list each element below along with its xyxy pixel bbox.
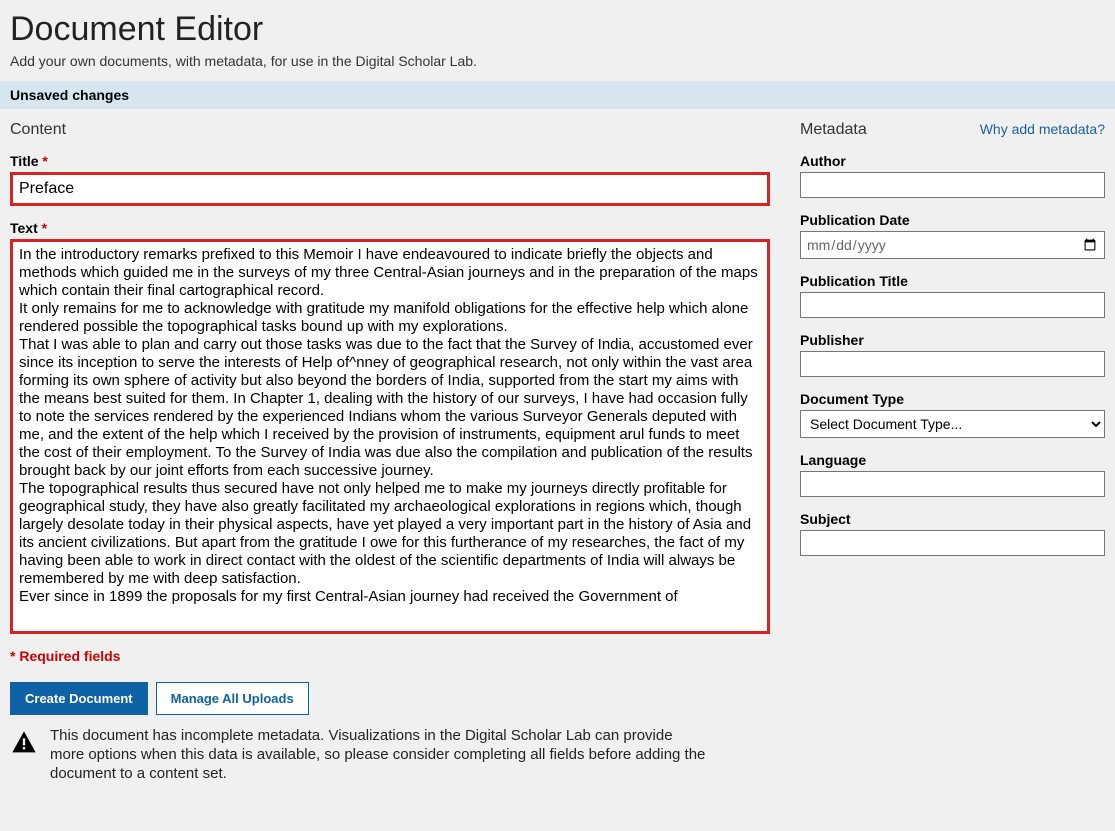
author-label: Author [800, 153, 1105, 169]
text-label: Text * [10, 220, 770, 236]
pubdate-input[interactable] [800, 231, 1105, 259]
language-label: Language [800, 452, 1105, 468]
publisher-input[interactable] [800, 351, 1105, 377]
warning-banner: This document has incomplete metadata. V… [10, 727, 770, 793]
publisher-label: Publisher [800, 332, 1105, 348]
subject-input[interactable] [800, 530, 1105, 556]
manage-uploads-button[interactable]: Manage All Uploads [156, 682, 309, 715]
warning-icon [10, 729, 38, 757]
author-input[interactable] [800, 172, 1105, 198]
page-subtitle: Add your own documents, with metadata, f… [10, 53, 1105, 69]
content-heading: Content [10, 121, 770, 139]
pubdate-label: Publication Date [800, 212, 1105, 228]
required-note: * Required fields [10, 648, 770, 664]
subject-label: Subject [800, 511, 1105, 527]
status-bar: Unsaved changes [0, 81, 1115, 109]
doctype-select[interactable]: Select Document Type... [800, 410, 1105, 438]
title-input[interactable] [10, 172, 770, 206]
pubtitle-input[interactable] [800, 292, 1105, 318]
language-input[interactable] [800, 471, 1105, 497]
required-marker: * [42, 153, 47, 169]
warning-text: This document has incomplete metadata. V… [50, 727, 710, 783]
page-header: Document Editor Add your own documents, … [0, 0, 1115, 81]
page-title: Document Editor [10, 10, 1105, 49]
text-input[interactable] [13, 242, 767, 631]
create-document-button[interactable]: Create Document [10, 682, 148, 715]
pubtitle-label: Publication Title [800, 273, 1105, 289]
required-marker: * [42, 220, 47, 236]
doctype-label: Document Type [800, 391, 1105, 407]
title-label: Title * [10, 153, 770, 169]
why-metadata-link[interactable]: Why add metadata? [980, 121, 1105, 137]
metadata-heading: Metadata [800, 121, 867, 139]
